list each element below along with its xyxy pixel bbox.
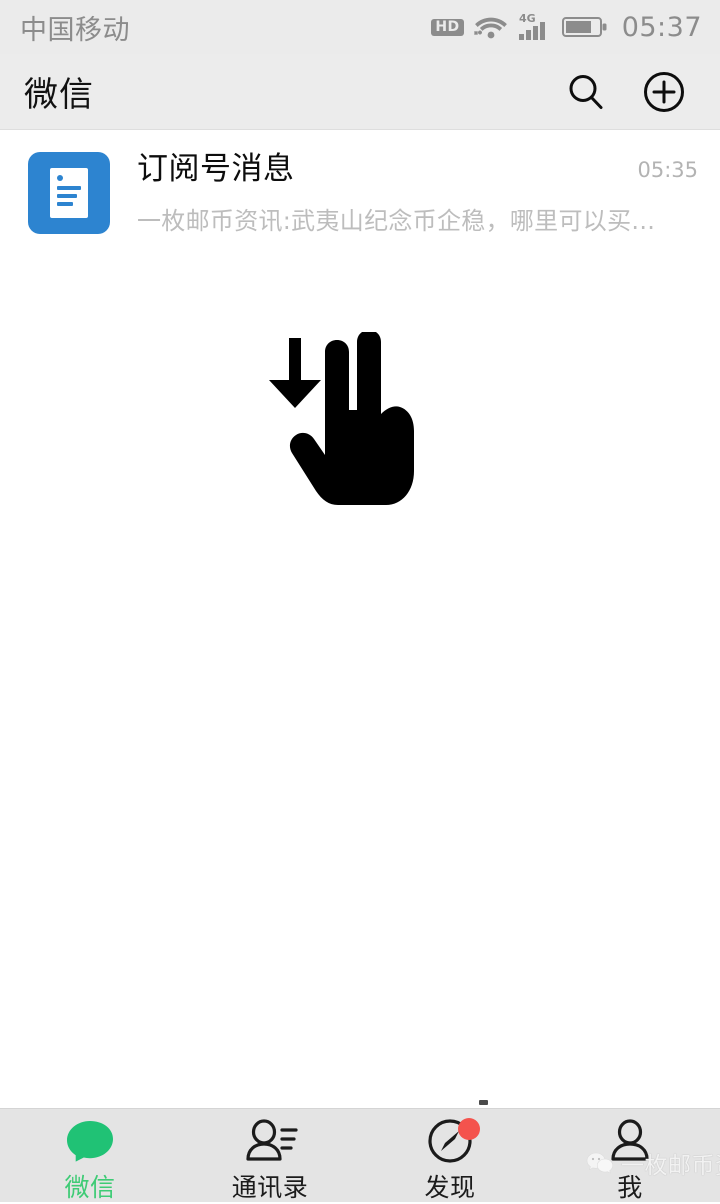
chat-bubble-icon [67, 1121, 113, 1162]
wechat-app-screen: 中国移动 HD 4G 05:37 微信 订阅号消息 05:35 一枚邮币资讯:武… [0, 0, 720, 1202]
chat-list: 订阅号消息 05:35 一枚邮币资讯:武夷山纪念币企稳，哪里可以买... [0, 131, 720, 254]
gesture-hint [248, 330, 448, 522]
cellular-signal-icon: 4G [518, 12, 545, 40]
carrier-label: 中国移动 [20, 14, 130, 46]
chat-item-body: 订阅号消息 05:35 一枚邮币资讯:武夷山纪念币企稳，哪里可以买... [110, 151, 698, 236]
chat-list-item-subscriptions[interactable]: 订阅号消息 05:35 一枚邮币资讯:武夷山纪念币企稳，哪里可以买... [0, 131, 720, 254]
battery-icon [561, 17, 607, 37]
wifi-icon [473, 17, 507, 39]
hd-badge-icon: HD [431, 18, 464, 36]
tab-icon-wrapper [242, 1118, 298, 1164]
tab-label-contacts: 通讯录 [231, 1173, 309, 1202]
header-actions [562, 68, 688, 116]
tab-label-discover: 发现 [424, 1173, 476, 1202]
tab-discover[interactable]: 发现 [360, 1109, 540, 1202]
screen-artifact-mark [479, 1100, 488, 1105]
svg-text:4G: 4G [519, 12, 536, 25]
tab-icon-wrapper [607, 1118, 653, 1164]
contacts-person-icon [246, 1119, 298, 1161]
tab-icon-wrapper [426, 1118, 480, 1164]
status-bar-clock: 05:37 [621, 11, 702, 43]
search-icon [569, 74, 603, 109]
status-bar: 中国移动 HD 4G 05:37 [0, 0, 720, 54]
chat-item-title: 订阅号消息 [137, 151, 295, 187]
tab-label-me: 我 [617, 1173, 643, 1202]
two-finger-swipe-down-icon [269, 330, 414, 505]
tab-contacts[interactable]: 通讯录 [180, 1109, 360, 1202]
tab-label-wechat: 微信 [64, 1173, 116, 1202]
chat-item-snippet: 一枚邮币资讯:武夷山纪念币企稳，哪里可以买... [137, 206, 656, 235]
plus-circle-icon [644, 71, 684, 112]
app-header: 微信 [0, 54, 720, 130]
discover-badge-dot [458, 1118, 480, 1140]
tab-wechat[interactable]: 微信 [0, 1109, 180, 1202]
chat-item-time: 05:35 [637, 158, 698, 182]
chat-item-top-row: 订阅号消息 05:35 [137, 151, 698, 188]
avatar [28, 152, 110, 234]
tab-icon-wrapper [64, 1118, 116, 1164]
profile-person-icon [611, 1119, 649, 1161]
page-title: 微信 [24, 75, 94, 115]
search-button[interactable] [562, 68, 610, 116]
add-button[interactable] [640, 68, 688, 116]
bottom-tab-bar: 微信 通讯录 发现 我 [0, 1108, 720, 1202]
subscription-document-icon [50, 168, 88, 218]
status-bar-icons: HD 4G 05:37 [431, 12, 702, 43]
tab-me[interactable]: 我 [540, 1109, 720, 1202]
